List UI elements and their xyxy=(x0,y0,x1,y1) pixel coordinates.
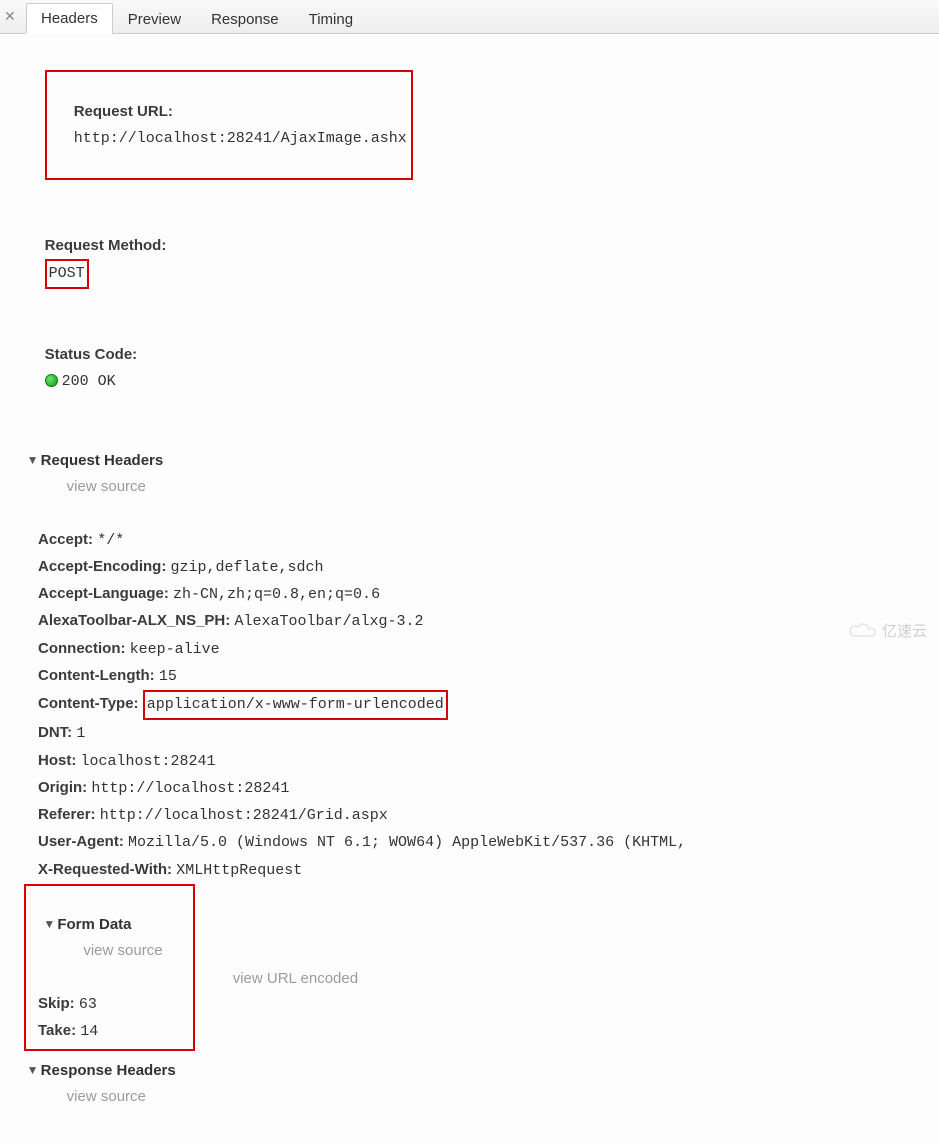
collapse-icon[interactable]: ▼ xyxy=(27,1060,41,1081)
hdr-ua-k: User-Agent: xyxy=(38,833,124,850)
watermark: 亿速云 xyxy=(848,620,927,641)
view-source-link[interactable]: view source xyxy=(67,478,146,495)
view-source-link[interactable]: view source xyxy=(83,942,162,959)
hdr-alexa-v: AlexaToolbar/alxg-3.2 xyxy=(234,613,423,630)
hdr-conn-k: Connection: xyxy=(38,640,126,657)
collapse-icon[interactable]: ▼ xyxy=(27,450,41,471)
hdr-ctype-v: application/x-www-form-urlencoded xyxy=(143,690,448,720)
status-dot-icon xyxy=(45,374,58,387)
fd-take-v: 14 xyxy=(80,1023,98,1040)
hdr-acclang-k: Accept-Language: xyxy=(38,585,169,602)
request-url-value: http://localhost:28241/AjaxImage.ashx xyxy=(74,130,407,147)
status-code-label: Status Code: xyxy=(45,346,138,363)
close-icon[interactable]: ✕ xyxy=(4,8,16,25)
request-url-label: Request URL: xyxy=(74,103,173,120)
tab-preview[interactable]: Preview xyxy=(113,4,196,34)
hdr-alexa-k: AlexaToolbar-ALX_NS_PH: xyxy=(38,612,230,629)
hdr-host-v: localhost:28241 xyxy=(81,753,216,770)
hdr-xreq-v: XMLHttpRequest xyxy=(176,862,302,879)
hdr-referer-k: Referer: xyxy=(38,806,96,823)
fd-skip-v: 63 xyxy=(79,996,97,1013)
hdr-conn-v: keep-alive xyxy=(130,641,220,658)
hdr-origin-k: Origin: xyxy=(38,779,87,796)
hdr-accept-k: Accept: xyxy=(38,531,93,548)
hdr-clen-v: 15 xyxy=(159,668,177,685)
hdr-ctype-k: Content-Type: xyxy=(38,695,139,712)
fd-skip-k: Skip: xyxy=(38,995,75,1012)
status-code-value: 200 OK xyxy=(62,373,116,390)
cloud-icon xyxy=(848,622,876,640)
section-request-headers[interactable]: Request Headers xyxy=(41,452,164,469)
view-source-link[interactable]: view source xyxy=(67,1088,146,1105)
view-url-encoded-link[interactable]: view URL encoded xyxy=(233,970,358,987)
tab-bar: Headers Preview Response Timing xyxy=(0,0,939,34)
tab-timing[interactable]: Timing xyxy=(294,4,368,34)
hdr-clen-k: Content-Length: xyxy=(38,667,155,684)
headers-panel: Request URL: http://localhost:28241/Ajax… xyxy=(0,34,939,1144)
request-method-value: POST xyxy=(45,259,89,289)
fd-take-k: Take: xyxy=(38,1022,76,1039)
tab-response[interactable]: Response xyxy=(196,4,294,34)
hdr-accept-v: */* xyxy=(97,532,124,549)
hdr-accenc-k: Accept-Encoding: xyxy=(38,558,166,575)
request-method-label: Request Method: xyxy=(45,237,167,254)
hdr-origin-v: http://localhost:28241 xyxy=(91,780,289,797)
collapse-icon[interactable]: ▼ xyxy=(43,914,57,935)
hdr-ua-v: Mozilla/5.0 (Windows NT 6.1; WOW64) Appl… xyxy=(128,834,686,851)
section-response-headers[interactable]: Response Headers xyxy=(41,1062,176,1079)
hdr-accenc-v: gzip,deflate,sdch xyxy=(171,559,324,576)
hdr-referer-v: http://localhost:28241/Grid.aspx xyxy=(100,807,388,824)
hdr-dnt-k: DNT: xyxy=(38,724,72,741)
hdr-xreq-k: X-Requested-With: xyxy=(38,861,172,878)
hdr-host-k: Host: xyxy=(38,752,76,769)
section-form-data[interactable]: Form Data xyxy=(57,916,131,933)
tab-headers[interactable]: Headers xyxy=(26,3,113,34)
hdr-acclang-v: zh-CN,zh;q=0.8,en;q=0.6 xyxy=(173,586,380,603)
hdr-dnt-v: 1 xyxy=(76,725,85,742)
